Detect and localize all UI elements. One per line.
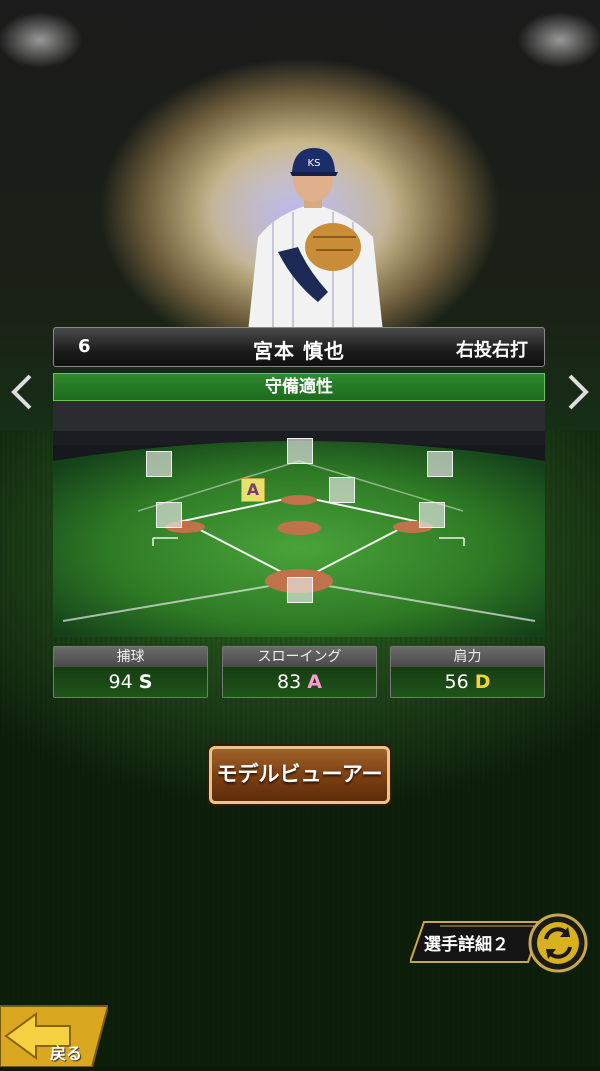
defense-field-diagram: A bbox=[53, 401, 545, 637]
position-second-base[interactable] bbox=[329, 477, 355, 503]
stat-throwing: スローイング 83 A bbox=[222, 646, 377, 698]
position-shortstop-grade[interactable]: A bbox=[241, 478, 265, 502]
stat-arm-strength: 肩力 56 D bbox=[390, 646, 545, 698]
chevron-left-icon[interactable] bbox=[8, 372, 38, 412]
position-right-field[interactable] bbox=[427, 451, 453, 477]
position-third-base[interactable] bbox=[156, 502, 182, 528]
stat-grade: S bbox=[138, 671, 153, 693]
back-button[interactable]: 戻る bbox=[0, 1000, 110, 1068]
stat-value: 94 S bbox=[54, 667, 207, 697]
position-center-field[interactable] bbox=[287, 438, 313, 464]
defense-aptitude-title: 守備適性 bbox=[53, 373, 545, 401]
stat-catching: 捕球 94 S bbox=[53, 646, 208, 698]
stat-label: 捕球 bbox=[54, 647, 207, 667]
throw-bat-handedness: 右投右打 bbox=[456, 340, 528, 361]
refresh-icon[interactable] bbox=[528, 913, 588, 973]
player-name-bar: 6 宮本 慎也 右投右打 bbox=[53, 327, 545, 367]
position-catcher[interactable] bbox=[287, 577, 313, 603]
stat-value: 56 D bbox=[391, 667, 544, 697]
stat-grade: A bbox=[307, 671, 322, 693]
chevron-right-icon[interactable] bbox=[562, 372, 592, 412]
stat-label: 肩力 bbox=[391, 647, 544, 667]
position-first-base[interactable] bbox=[419, 502, 445, 528]
stat-label: スローイング bbox=[223, 647, 376, 667]
position-left-field[interactable] bbox=[146, 451, 172, 477]
model-viewer-button[interactable]: モデルビューアー bbox=[209, 746, 390, 804]
stat-grade: D bbox=[474, 671, 491, 693]
player-image: KS bbox=[248, 148, 383, 332]
svg-text:KS: KS bbox=[308, 158, 321, 169]
back-label: 戻る bbox=[50, 1044, 83, 1063]
stat-value: 83 A bbox=[223, 667, 376, 697]
player-detail-2-button[interactable]: 選手詳細２ bbox=[410, 920, 542, 964]
player-detail-label: 選手詳細２ bbox=[424, 935, 509, 955]
